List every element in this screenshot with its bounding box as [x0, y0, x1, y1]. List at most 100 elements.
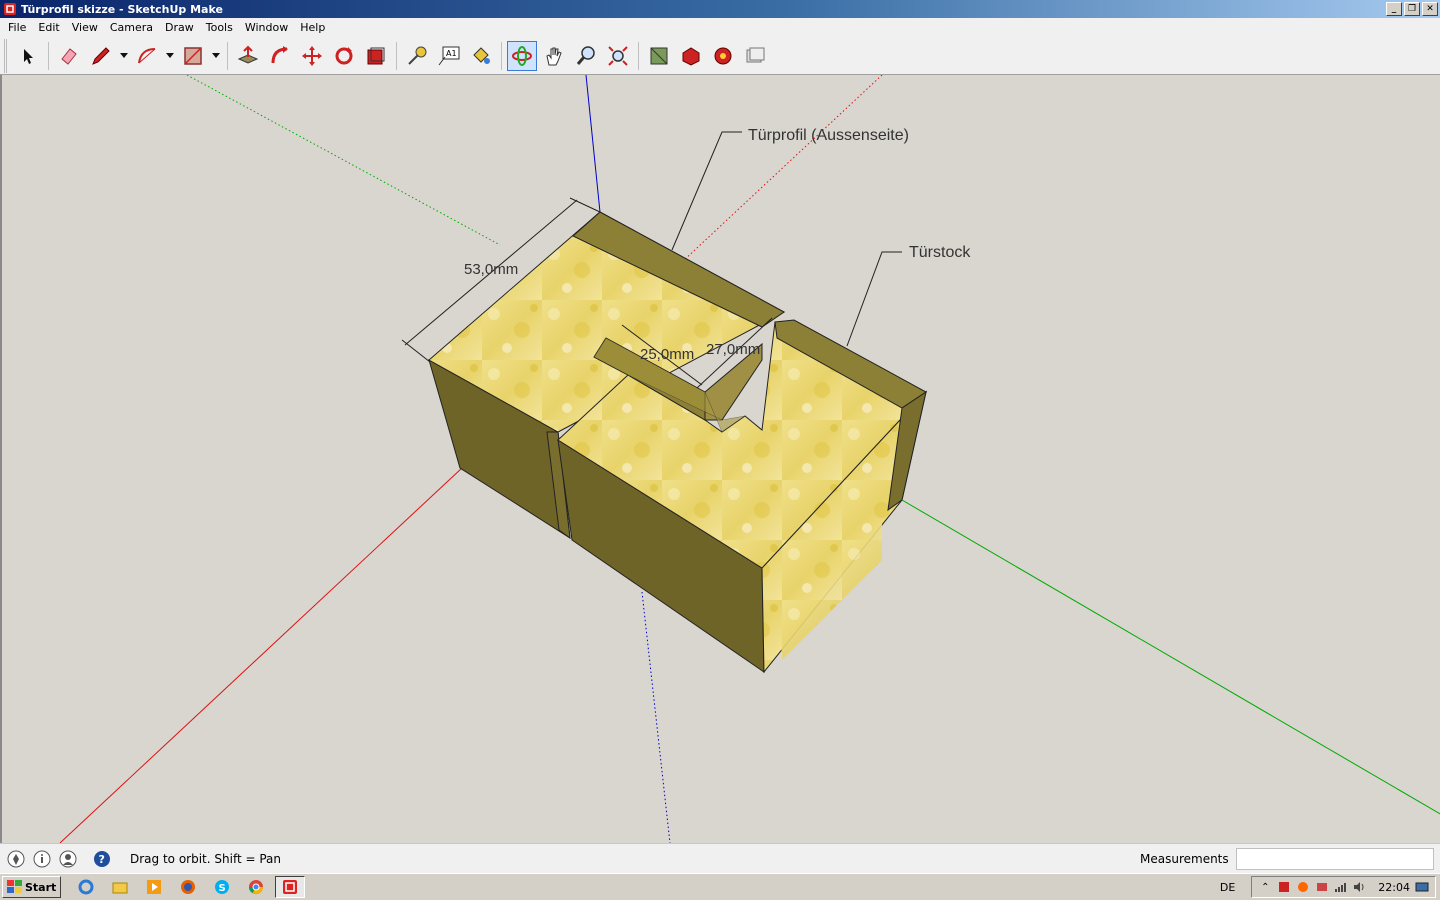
taskbar-media-player[interactable] — [139, 876, 169, 898]
maximize-button[interactable]: ❐ — [1404, 2, 1420, 16]
show-desktop-icon[interactable] — [1415, 880, 1429, 894]
rotate-tool[interactable] — [329, 41, 359, 71]
zoom-tool[interactable] — [571, 41, 601, 71]
paint-bucket-tool[interactable] — [466, 41, 496, 71]
axis-red-back — [681, 75, 883, 263]
arc-icon — [138, 48, 156, 64]
menu-bar: File Edit View Camera Draw Tools Window … — [0, 18, 1440, 37]
sketchup-icon — [283, 880, 298, 894]
hand-icon — [546, 47, 562, 66]
status-bar: ? Drag to orbit. Shift = Pan Measurement… — [0, 843, 1440, 873]
label-door-frame[interactable]: Türstock — [909, 244, 971, 261]
share-model-icon — [682, 47, 700, 66]
start-button[interactable]: Start — [2, 876, 62, 898]
taskbar-skype[interactable]: S — [207, 876, 237, 898]
tape-measure-tool[interactable] — [402, 41, 432, 71]
pencil-icon — [92, 47, 110, 65]
eraser-icon — [61, 48, 77, 65]
follow-me-icon — [271, 46, 288, 64]
pan-tool[interactable] — [539, 41, 569, 71]
move-tool[interactable] — [297, 41, 327, 71]
tape-measure-icon — [408, 46, 427, 65]
layout-icon — [746, 47, 765, 63]
taskbar-explorer[interactable] — [105, 876, 135, 898]
taskbar-ie[interactable] — [71, 876, 101, 898]
minimize-button[interactable]: _ — [1386, 2, 1402, 16]
orbit-tool[interactable] — [507, 41, 537, 71]
menu-draw[interactable]: Draw — [159, 21, 200, 34]
model-viewport[interactable]: Türprofil (Aussenseite) Türstock 53,0mm … — [0, 75, 1440, 843]
clock[interactable]: 22:04 — [1378, 881, 1410, 894]
orbit-icon — [512, 46, 532, 66]
share-model-button[interactable] — [676, 41, 706, 71]
credits-info-icon[interactable] — [32, 849, 52, 869]
extension-warehouse-button[interactable] — [708, 41, 738, 71]
tray-avast-icon[interactable] — [1296, 880, 1310, 894]
arc-tool-dropdown[interactable] — [164, 41, 176, 71]
taskbar: Start S DE ⌃ 22:04 — [0, 873, 1440, 900]
close-button[interactable]: ✕ — [1422, 2, 1438, 16]
volume-icon[interactable] — [1353, 880, 1367, 894]
svg-text:A1: A1 — [446, 49, 457, 58]
dimension-depth-label[interactable]: 27,0mm — [706, 341, 760, 358]
ie-icon — [78, 879, 94, 895]
title-bar: Türprofil skizze - SketchUp Make _ ❐ ✕ — [0, 0, 1440, 18]
axis-red — [59, 467, 463, 843]
chevron-down-icon — [166, 53, 174, 58]
show-hidden-icons-icon[interactable]: ⌃ — [1258, 880, 1272, 894]
move-icon — [302, 46, 322, 66]
layout-button[interactable] — [740, 41, 770, 71]
dimension-width-label[interactable]: 53,0mm — [464, 261, 518, 278]
menu-edit[interactable]: Edit — [32, 21, 65, 34]
menu-view[interactable]: View — [66, 21, 104, 34]
main-toolbar: A1 — [0, 37, 1440, 75]
magnifier-icon — [576, 46, 595, 65]
tray-security-icon[interactable] — [1315, 880, 1329, 894]
arc-tool[interactable] — [132, 41, 162, 71]
menu-help[interactable]: Help — [294, 21, 331, 34]
3d-warehouse-button[interactable] — [644, 41, 674, 71]
taskbar-firefox[interactable] — [173, 876, 203, 898]
text-tool[interactable]: A1 — [434, 41, 464, 71]
windows-logo-icon — [7, 880, 22, 893]
follow-me-tool[interactable] — [265, 41, 295, 71]
dimension-groove-label[interactable]: 25,0mm — [640, 346, 694, 363]
label-outer-profile[interactable]: Türprofil (Aussenseite) — [748, 127, 909, 144]
scale-tool[interactable] — [361, 41, 391, 71]
tray-app-icon[interactable] — [1277, 880, 1291, 894]
rotate-icon — [335, 47, 353, 65]
status-hint: Drag to orbit. Shift = Pan — [130, 851, 281, 866]
svg-text:S: S — [219, 883, 226, 894]
menu-tools[interactable]: Tools — [200, 21, 239, 34]
sketchup-app-icon — [4, 3, 16, 15]
network-signal-icon[interactable] — [1334, 880, 1348, 894]
model-canvas[interactable]: Türprofil (Aussenseite) Türstock 53,0mm … — [2, 75, 1440, 843]
help-icon[interactable]: ? — [92, 849, 112, 869]
start-label: Start — [25, 880, 57, 894]
eraser-tool[interactable] — [54, 41, 84, 71]
menu-file[interactable]: File — [2, 21, 32, 34]
zoom-extents-icon — [608, 46, 628, 66]
measurements-label: Measurements — [1140, 852, 1229, 866]
rectangle-tool-dropdown[interactable] — [210, 41, 222, 71]
line-tool-dropdown[interactable] — [118, 41, 130, 71]
scale-icon — [367, 47, 385, 65]
zoom-extents-tool[interactable] — [603, 41, 633, 71]
menu-window[interactable]: Window — [239, 21, 294, 34]
select-tool[interactable] — [13, 41, 43, 71]
sign-in-user-icon[interactable] — [58, 849, 78, 869]
geo-location-icon[interactable] — [6, 849, 26, 869]
language-indicator[interactable]: DE — [1220, 881, 1235, 894]
push-pull-tool[interactable] — [233, 41, 263, 71]
rectangle-tool[interactable] — [178, 41, 208, 71]
axis-green-back — [186, 75, 501, 246]
extension-icon — [714, 47, 732, 65]
taskbar-sketchup[interactable] — [275, 876, 306, 898]
axis-blue — [585, 75, 601, 213]
line-tool[interactable] — [86, 41, 116, 71]
taskbar-chrome[interactable] — [241, 876, 271, 898]
arrow-icon — [24, 49, 33, 64]
push-pull-icon — [237, 45, 259, 64]
measurements-input[interactable] — [1236, 848, 1434, 870]
menu-camera[interactable]: Camera — [104, 21, 159, 34]
